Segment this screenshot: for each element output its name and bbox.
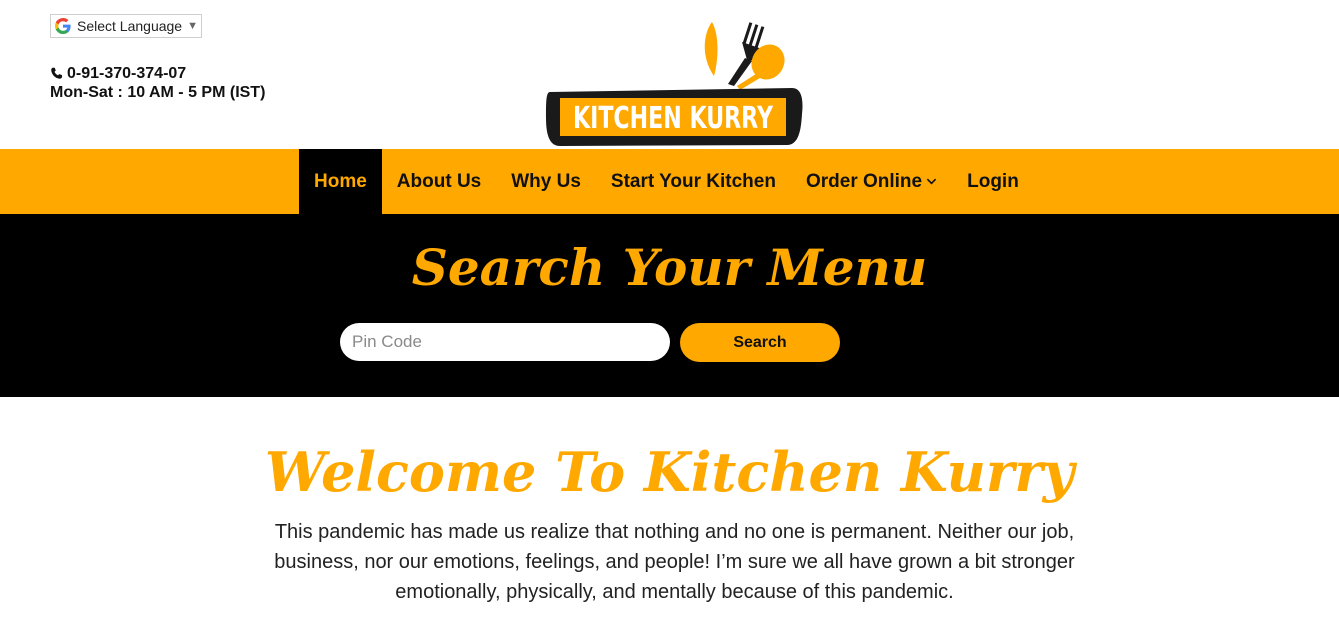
logo-graphic: KITCHEN KURRY bbox=[546, 22, 803, 146]
logo-leaf-shape bbox=[704, 22, 718, 76]
nav-item-order-online[interactable]: Order Online bbox=[791, 149, 952, 214]
search-section: Search Your Menu Search bbox=[0, 214, 1339, 397]
language-selector-label: Select Language bbox=[77, 18, 183, 34]
nav-item-order-online-label: Order Online bbox=[805, 170, 923, 192]
search-title: Search Your Menu bbox=[411, 238, 928, 297]
search-button[interactable]: Search bbox=[680, 323, 840, 362]
main-navbar: Home About Us Why Us Start Your Kitchen … bbox=[0, 149, 1339, 214]
welcome-paragraph: This pandemic has made us realize that n… bbox=[274, 521, 1075, 603]
dropdown-arrow-icon: ▼ bbox=[187, 20, 198, 32]
phone-number[interactable]: 0-91-370-374-07 bbox=[67, 64, 186, 83]
contact-info: 0-91-370-374-07 Mon-Sat : 10 AM - 5 PM (… bbox=[50, 64, 265, 102]
main-nav: Home About Us Why Us Start Your Kitchen … bbox=[299, 149, 1034, 214]
business-hours: Mon-Sat : 10 AM - 5 PM (IST) bbox=[50, 84, 266, 101]
welcome-title: Welcome To Kitchen Kurry bbox=[264, 440, 1075, 504]
chevron-down-icon bbox=[926, 176, 937, 187]
google-g-icon bbox=[55, 18, 71, 34]
nav-item-start-your-kitchen[interactable]: Start Your Kitchen bbox=[596, 149, 791, 214]
nav-item-why-us[interactable]: Why Us bbox=[496, 149, 596, 214]
nav-item-about-us[interactable]: About Us bbox=[382, 149, 496, 214]
logo-text: KITCHEN KURRY bbox=[573, 101, 774, 136]
nav-item-login[interactable]: Login bbox=[952, 149, 1034, 214]
nav-item-home[interactable]: Home bbox=[299, 149, 382, 214]
kitchen-kurry-logo[interactable]: KITCHEN KURRY bbox=[542, 18, 804, 148]
pin-code-input[interactable] bbox=[340, 323, 670, 361]
phone-icon bbox=[50, 67, 63, 80]
language-selector[interactable]: Select Language ▼ bbox=[50, 14, 202, 38]
